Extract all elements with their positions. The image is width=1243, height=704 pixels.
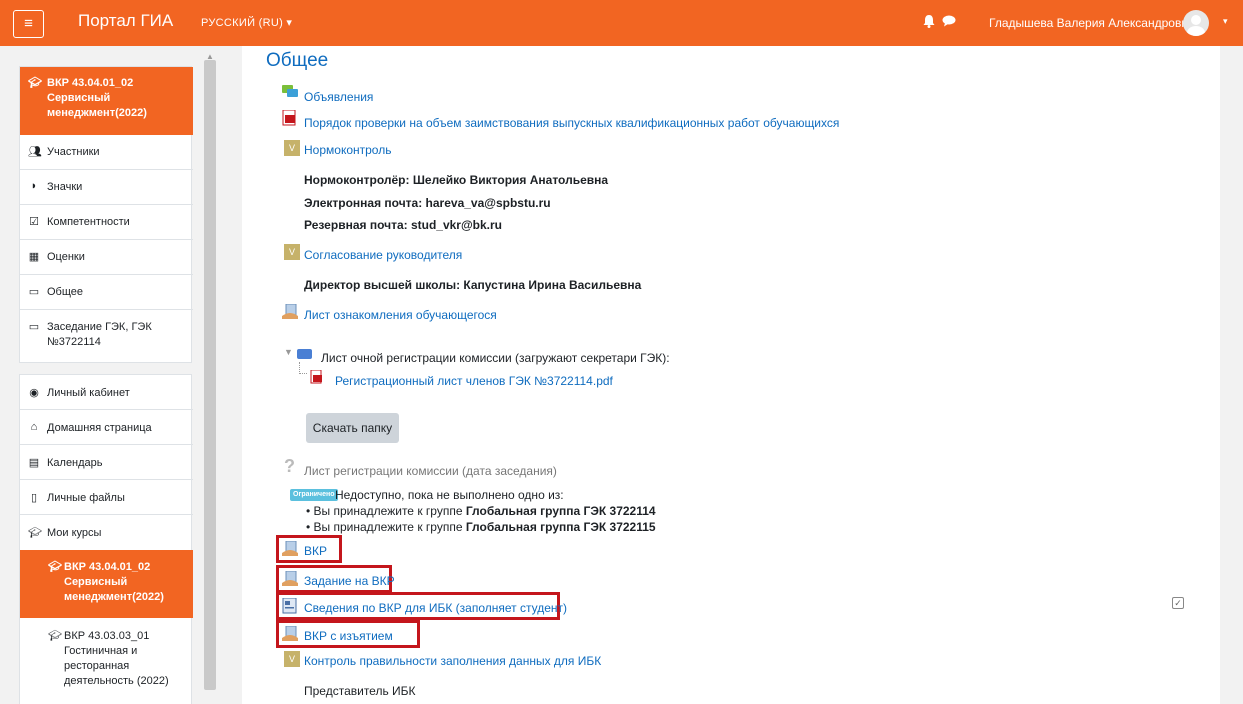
section-title: Общее — [266, 50, 329, 71]
nav-drawer: 🎓︎ ВКР 43.04.01_02 Сервисный менеджмент(… — [0, 46, 200, 704]
question-icon: ? — [284, 456, 295, 476]
site-name[interactable]: Портал ГИА — [78, 11, 173, 31]
link-vkr-redacted[interactable]: ВКР с изъятием — [304, 629, 393, 643]
users-icon: 👥︎ — [28, 146, 42, 158]
assignment-icon — [282, 626, 298, 641]
folder-label: Лист очной регистрации комиссии (загружа… — [321, 351, 670, 365]
restricted-badge: Ограничено — [290, 489, 338, 501]
nav-item-course-hospitality[interactable]: 🎓︎ ВКР 43.03.03_01 Гостиничная и рестора… — [20, 618, 193, 704]
pdf-icon — [310, 370, 322, 384]
main-content: Общее Объявления Порядок проверки на объ… — [242, 46, 1220, 704]
completion-checkbox[interactable]: ✓ — [1172, 597, 1184, 609]
link-ibk-info[interactable]: Сведения по ВКР для ИБК (заполняет студе… — [304, 601, 567, 615]
site-nav: ◉ Личный кабинет ⌂ Домашняя страница ▤ К… — [19, 374, 193, 704]
director-text: Директор высшей школы: Капустина Ирина В… — [304, 278, 642, 292]
chat-icon[interactable] — [942, 15, 956, 27]
link-vkr-task[interactable]: Задание на ВКР — [304, 574, 395, 588]
tree-connector — [299, 362, 307, 374]
course-nav: 🎓︎ ВКР 43.04.01_02 Сервисный менеджмент(… — [19, 66, 193, 363]
chevron-down-icon[interactable]: ▾ — [1223, 16, 1228, 27]
database-icon — [282, 598, 297, 614]
link-familiarization[interactable]: Лист ознакомления обучающегося — [304, 308, 497, 322]
pdf-icon — [282, 110, 296, 126]
nav-item-dashboard[interactable]: ◉ Личный кабинет — [20, 375, 193, 410]
link-folder-file[interactable]: Регистрационный лист членов ГЭК №3722114… — [335, 374, 613, 388]
nav-item-competencies[interactable]: ☑ Компетентности — [20, 205, 193, 240]
download-folder-button[interactable]: Скачать папку — [306, 413, 399, 443]
label-v-icon: V — [284, 244, 300, 260]
nav-item-participants[interactable]: 👥︎ Участники — [20, 135, 193, 170]
graduation-cap-icon: 🎓︎ — [48, 630, 62, 642]
graduation-cap-icon: 🎓︎ — [28, 527, 42, 539]
forum-icon — [282, 85, 298, 97]
link-normcontrol[interactable]: Нормоконтроль — [304, 143, 391, 157]
hamburger-icon[interactable]: ≡ — [13, 10, 44, 38]
email-text: Электронная почта: hareva_va@spbstu.ru — [304, 196, 551, 210]
graduation-cap-icon: 🎓︎ — [48, 561, 62, 573]
graduation-cap-icon: 🎓︎ — [28, 77, 42, 89]
home-icon: ⌂ — [30, 421, 38, 433]
nav-item-private-files[interactable]: ▯ Личные файлы — [20, 480, 193, 515]
label-v-icon: V — [284, 651, 300, 667]
avatar[interactable] — [1183, 10, 1209, 36]
shield-icon: ◗ — [30, 180, 38, 192]
table-icon: ▦ — [28, 251, 40, 263]
nav-item-badges[interactable]: ◗ Значки — [20, 170, 193, 205]
folder-icon: ▭ — [28, 321, 40, 333]
link-ibk-check[interactable]: Контроль правильности заполнения данных … — [304, 654, 601, 668]
assignment-icon — [282, 304, 298, 319]
nav-item-current-course[interactable]: 🎓︎ ВКР 43.04.01_02 Сервисный менеджмент(… — [20, 67, 193, 135]
user-name[interactable]: Гладышева Валерия Александровна — [989, 16, 1195, 30]
dashboard-icon: ◉ — [29, 387, 39, 399]
nav-item-home[interactable]: ⌂ Домашняя страница — [20, 410, 193, 445]
nav-item-general[interactable]: ▭ Общее — [20, 275, 193, 310]
nav-item-calendar[interactable]: ▤ Календарь — [20, 445, 193, 480]
backup-email-text: Резервная почта: stud_vkr@bk.ru — [304, 218, 503, 232]
file-icon: ▯ — [30, 492, 38, 504]
language-menu[interactable]: РУССКИЙ (RU) ▾ — [201, 16, 292, 29]
drawer-scrollbar[interactable] — [204, 60, 216, 690]
nav-item-meeting[interactable]: ▭ Заседание ГЭК, ГЭК №3722114 — [20, 310, 193, 363]
nav-item-grades[interactable]: ▦ Оценки — [20, 240, 193, 275]
assignment-icon — [282, 541, 298, 556]
link-vkr[interactable]: ВКР — [304, 544, 327, 558]
folder-icon: ▭ — [28, 286, 40, 298]
ibk-rep-text: Представитель ИБК — [304, 684, 416, 698]
condition-1: • Вы принадлежите к группе Глобальная гр… — [306, 504, 656, 518]
restriction-text: Недоступно, пока не выполнено одно из: — [335, 488, 564, 502]
bell-icon[interactable] — [923, 14, 935, 28]
folder-icon — [297, 349, 312, 359]
label-v-icon: V — [284, 140, 300, 156]
nav-item-my-courses[interactable]: 🎓︎ Мои курсы — [20, 515, 193, 550]
link-check-order[interactable]: Порядок проверки на объем заимствования … — [304, 116, 839, 130]
link-announcements[interactable]: Объявления — [304, 90, 373, 104]
top-navbar: ≡ Портал ГИА РУССКИЙ (RU) ▾ Гладышева Ва… — [0, 0, 1243, 46]
expand-icon[interactable]: ▼ — [284, 347, 293, 357]
link-registration-sheet[interactable]: Лист регистрации комиссии (дата заседани… — [304, 464, 557, 478]
condition-2: • Вы принадлежите к группе Глобальная гр… — [306, 520, 656, 534]
check-square-icon: ☑ — [29, 216, 39, 228]
normcontroller-text: Нормоконтролёр: Шелейко Виктория Анатоль… — [304, 173, 609, 187]
link-supervisor-approval[interactable]: Согласование руководителя — [304, 248, 462, 262]
nav-item-current-course-2[interactable]: 🎓︎ ВКР 43.04.01_02 Сервисный менеджмент(… — [20, 550, 193, 618]
calendar-icon: ▤ — [28, 457, 40, 469]
assignment-icon — [282, 571, 298, 586]
